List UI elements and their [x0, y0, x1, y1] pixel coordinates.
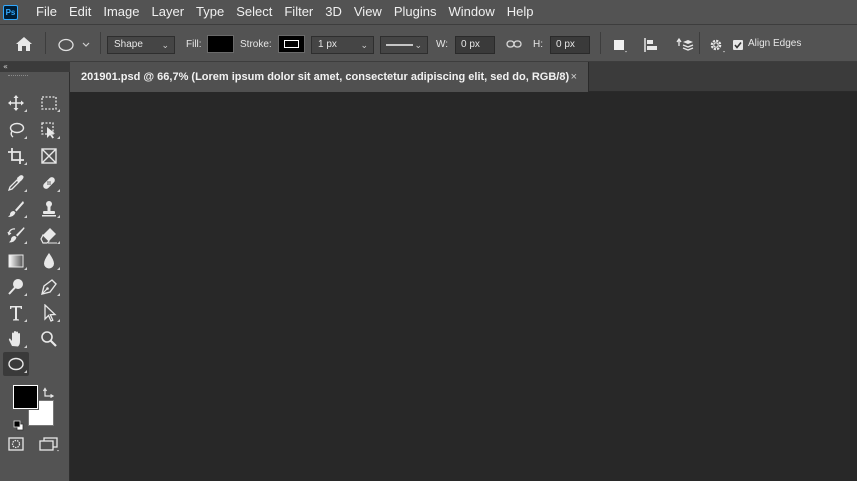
menu-file[interactable]: File — [30, 0, 63, 24]
mode-select[interactable]: Shape ⌄ — [107, 36, 175, 54]
crop-icon[interactable] — [3, 144, 29, 168]
stroke-width-value: 1 px — [318, 39, 337, 50]
object-selection-icon[interactable] — [36, 118, 62, 142]
separator — [699, 32, 700, 54]
zoom-icon[interactable] — [36, 327, 62, 351]
move-tool-icon[interactable] — [3, 91, 29, 115]
chevron-down-icon: ⌄ — [414, 40, 422, 50]
close-icon[interactable]: × — [571, 62, 577, 92]
stroke-label: Stroke: — [240, 39, 272, 50]
align-edges-checkbox[interactable] — [733, 40, 743, 50]
pen-icon[interactable] — [36, 275, 62, 299]
stroke-line-icon — [386, 44, 413, 46]
options-bar: Shape ⌄ Fill: Stroke: 1 px ⌄ ⌄ W: 0 px H… — [0, 24, 857, 62]
menu-3d[interactable]: 3D — [319, 0, 348, 24]
stroke-width-input[interactable]: 1 px ⌄ — [311, 36, 374, 54]
swap-colors-icon[interactable] — [42, 383, 55, 399]
menu-layer[interactable]: Layer — [146, 0, 191, 24]
lasso-icon[interactable] — [3, 118, 29, 142]
path-operations-icon[interactable] — [610, 36, 630, 54]
history-brush-icon[interactable] — [3, 223, 29, 247]
separator — [45, 32, 46, 54]
eraser-icon[interactable] — [36, 223, 62, 247]
blur-icon[interactable] — [36, 249, 62, 273]
fill-swatch[interactable] — [207, 35, 234, 53]
healing-brush-icon[interactable] — [36, 171, 62, 195]
canvas-area[interactable] — [70, 92, 857, 481]
menu-type[interactable]: Type — [190, 0, 230, 24]
menu-window[interactable]: Window — [442, 0, 500, 24]
menu-bar: Ps File Edit Image Layer Type Select Fil… — [0, 0, 857, 24]
height-input[interactable]: 0 px — [550, 36, 590, 54]
separator — [600, 32, 601, 54]
menu-image[interactable]: Image — [97, 0, 145, 24]
ellipse-tool-icon[interactable] — [3, 352, 29, 376]
hand-icon[interactable] — [3, 327, 29, 351]
align-edges-label: Align Edges — [748, 38, 802, 49]
foreground-color-swatch[interactable] — [13, 385, 38, 409]
frame-icon[interactable] — [36, 144, 62, 168]
document-tab-title: 201901.psd @ 66,7% (Lorem ipsum dolor si… — [81, 71, 570, 83]
dodge-icon[interactable] — [3, 275, 29, 299]
height-label: H: — [533, 39, 543, 50]
photoshop-logo-icon: Ps — [3, 4, 18, 20]
brush-icon[interactable] — [3, 197, 29, 221]
fill-label: Fill: — [186, 39, 202, 50]
chevron-down-icon: ⌄ — [360, 40, 368, 50]
type-icon[interactable] — [3, 301, 29, 325]
ellipse-tool-preset-icon[interactable] — [56, 36, 96, 54]
menu-view[interactable]: View — [348, 0, 388, 24]
home-icon[interactable] — [14, 35, 34, 53]
link-icon[interactable] — [506, 37, 522, 51]
path-selection-icon[interactable] — [36, 301, 62, 325]
path-arrangement-icon[interactable] — [674, 36, 694, 54]
quick-mask-icon[interactable] — [7, 436, 25, 452]
menu-plugins[interactable]: Plugins — [388, 0, 443, 24]
rectangular-marquee-icon[interactable] — [36, 91, 62, 115]
path-alignment-icon[interactable] — [642, 36, 662, 54]
separator — [100, 32, 101, 54]
panel-collapse-button[interactable]: « — [0, 62, 70, 72]
document-tab[interactable]: 201901.psd @ 66,7% (Lorem ipsum dolor si… — [70, 62, 589, 92]
chevron-down-icon: ⌄ — [161, 40, 169, 50]
clone-stamp-icon[interactable] — [36, 197, 62, 221]
width-input[interactable]: 0 px — [455, 36, 495, 54]
menu-filter[interactable]: Filter — [278, 0, 319, 24]
default-colors-icon[interactable] — [13, 416, 24, 431]
menu-select[interactable]: Select — [230, 0, 278, 24]
panel-grip[interactable] — [8, 75, 28, 78]
width-label: W: — [436, 39, 449, 50]
gear-icon[interactable] — [707, 36, 727, 54]
document-tab-bar: 201901.psd @ 66,7% (Lorem ipsum dolor si… — [70, 62, 857, 92]
screen-mode-icon[interactable] — [38, 436, 60, 452]
stroke-swatch[interactable] — [278, 35, 305, 53]
stroke-style-select[interactable]: ⌄ — [380, 36, 428, 54]
eyedropper-icon[interactable] — [3, 171, 29, 195]
tools-panel — [0, 72, 70, 481]
menu-help[interactable]: Help — [501, 0, 540, 24]
gradient-icon[interactable] — [3, 249, 29, 273]
menu-edit[interactable]: Edit — [63, 0, 97, 24]
mode-select-value: Shape — [114, 39, 143, 50]
